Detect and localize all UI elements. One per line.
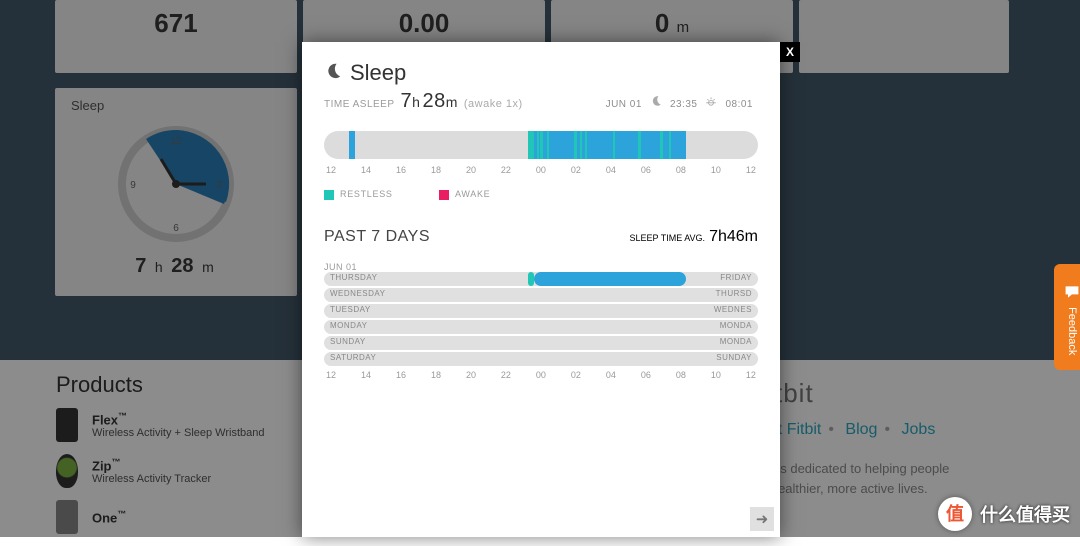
- past7-date: JUN 01: [324, 262, 758, 272]
- past7-row: SUNDAYMONDA: [324, 336, 758, 350]
- sunrise-icon: [705, 95, 717, 107]
- legend-awake-swatch: [439, 190, 449, 200]
- close-button[interactable]: X: [780, 42, 800, 62]
- past7-row: SATURDAYSUNDAY: [324, 352, 758, 366]
- bed-time: 23:35: [670, 99, 698, 110]
- moon-icon: [324, 62, 342, 80]
- sleep-detail-modal: Sleep TIME ASLEEP 7h 28m (awake 1x) JUN …: [302, 42, 780, 537]
- smzdm-badge-icon: 值: [938, 497, 972, 531]
- next-button[interactable]: ➜: [750, 507, 774, 531]
- watermark: 值 什么值得买: [938, 497, 1070, 531]
- past7-row: THURSDAYFRIDAY: [324, 272, 758, 286]
- sleep-timeline-chart: 12141618202200020406081012 RESTLESS AWAK…: [324, 131, 758, 200]
- awake-count: (awake 1x): [464, 98, 523, 110]
- avg-label: SLEEP TIME AVG.: [630, 233, 706, 243]
- past7-title: PAST 7 DAYS: [324, 228, 430, 246]
- moon-small-icon: [650, 95, 662, 107]
- feedback-tab[interactable]: Feedback: [1054, 264, 1080, 370]
- legend-restless-swatch: [324, 190, 334, 200]
- timeline-seg-asleep: [349, 131, 354, 159]
- past7-row: MONDAYMONDA: [324, 320, 758, 334]
- time-asleep-label: TIME ASLEEP: [324, 99, 395, 110]
- past7-row: TUESDAYWEDNES: [324, 304, 758, 318]
- modal-title: Sleep: [350, 60, 406, 86]
- date-label: JUN 01: [606, 99, 642, 110]
- past7-row: WEDNESDAYTHURSD: [324, 288, 758, 302]
- wake-time: 08:01: [725, 99, 753, 110]
- chat-icon: [1064, 284, 1080, 300]
